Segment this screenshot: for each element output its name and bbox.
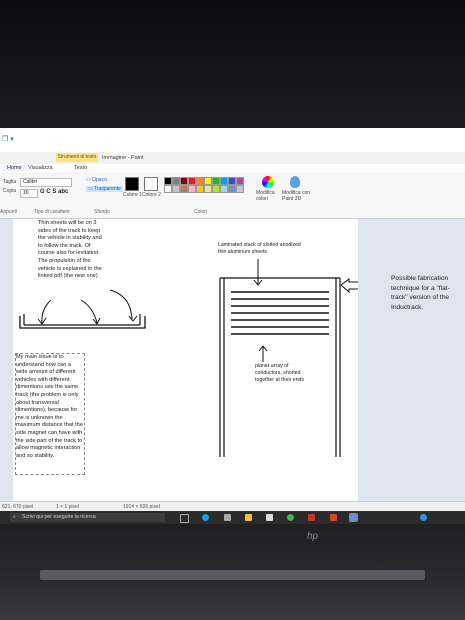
cut-label[interactable]: Taglia: [3, 179, 16, 185]
palette-swatch[interactable]: [220, 177, 228, 185]
arrow-stroke-1: [41, 299, 52, 324]
font-size-select[interactable]: 10: [20, 189, 38, 198]
copy-label[interactable]: Copia: [3, 188, 16, 194]
left-note-text: Thin sheets will be on 3 sides of the tr…: [38, 220, 102, 280]
transparent-label: Trasparente: [94, 186, 121, 192]
search-icon: ⌕: [13, 514, 16, 520]
screen: ❐ ▾ Strumenti di testo Immagine - Paint …: [0, 128, 465, 524]
laptop-hinge: [40, 570, 425, 580]
edge-icon[interactable]: [202, 514, 209, 521]
palette-swatch[interactable]: [188, 185, 196, 193]
arrow-stroke-3: [109, 289, 133, 320]
palette-swatch[interactable]: [220, 185, 228, 193]
edit-colors-icon[interactable]: [262, 176, 274, 188]
arrow-head-3: [128, 315, 138, 322]
taskbar-search[interactable]: ⌕ Scrivi qui per eseguire la ricerca: [10, 513, 165, 522]
group-label-background: Sfondo: [94, 209, 110, 215]
tray-icon[interactable]: [420, 514, 427, 521]
taskbar: ⌕ Scrivi qui per eseguire la ricerca: [0, 511, 465, 524]
laminated-label: Laminated stack of slotted anodized thin…: [218, 242, 301, 255]
conductor-lines: [231, 291, 329, 335]
palette-swatch[interactable]: [180, 185, 188, 193]
group-label-font: Tipo di carattere: [34, 209, 70, 215]
color2-label: Colore 2: [142, 192, 161, 198]
issue-note-textbox[interactable]: My main issue is to understand how can a…: [15, 353, 85, 475]
color1-swatch[interactable]: [125, 177, 139, 191]
color2-swatch[interactable]: [144, 177, 158, 191]
palette-swatch[interactable]: [164, 185, 172, 193]
palette-swatch[interactable]: [204, 177, 212, 185]
quick-access-toolbar[interactable]: ❐ ▾: [2, 135, 14, 143]
color1-label: Colore 1: [123, 192, 142, 198]
search-placeholder: Scrivi qui per eseguire la ricerca: [22, 514, 96, 520]
paint3d-label: Modifica con Paint 3D: [282, 190, 311, 202]
ribbon-tabs: Home Visualizza Testo: [0, 164, 465, 173]
tab-home[interactable]: Home: [4, 165, 25, 171]
image-size: 1914 × 826 pixel: [123, 504, 160, 510]
palette-swatch[interactable]: [172, 177, 180, 185]
cursor-position: 621, 670 pixel: [2, 504, 34, 510]
hp-logo: hp: [307, 531, 319, 542]
palette-swatch[interactable]: [180, 177, 188, 185]
group-label-colors: Colori: [194, 209, 208, 215]
palette-swatch[interactable]: [204, 185, 212, 193]
paint-icon[interactable]: [349, 513, 358, 522]
palette-swatch[interactable]: [228, 185, 236, 193]
palette-swatch[interactable]: [212, 185, 220, 193]
edit-colors-label: Modifica colori: [256, 190, 275, 202]
planar-label: planar array of conductors, shorted toge…: [255, 363, 305, 383]
palette-swatch[interactable]: [212, 177, 220, 185]
file-explorer-icon[interactable]: [245, 514, 252, 521]
context-tab-text-tools[interactable]: Strumenti di testo: [56, 153, 98, 162]
palette-swatch[interactable]: [196, 177, 204, 185]
palette-swatch[interactable]: [236, 177, 244, 185]
palette-swatch[interactable]: [188, 177, 196, 185]
tab-text[interactable]: Testo: [74, 165, 87, 171]
fabrication-label: Possible fabrication technique for a "fl…: [391, 275, 450, 311]
transparent-option[interactable]: ▭ Trasparente: [86, 186, 123, 192]
task-view-icon[interactable]: [180, 514, 189, 523]
tab-view[interactable]: Visualizza: [28, 165, 53, 171]
opaque-option[interactable]: ▭ Opaco: [86, 177, 107, 183]
chrome-icon[interactable]: [287, 514, 294, 521]
store-icon[interactable]: [224, 514, 231, 521]
app-icon[interactable]: [266, 514, 273, 521]
font-name-select[interactable]: Calibri: [20, 178, 72, 187]
palette-swatch[interactable]: [228, 177, 236, 185]
palette-swatch[interactable]: [172, 185, 180, 193]
laptop-top-bezel: [0, 0, 465, 128]
palette-swatch[interactable]: [196, 185, 204, 193]
powerpoint-icon[interactable]: [330, 514, 337, 521]
group-label-clipboard: Appunti: [0, 209, 17, 215]
acrobat-icon[interactable]: [308, 514, 315, 521]
arrow-stroke-2: [80, 299, 98, 324]
selection-size: 1 × 1 pixel: [56, 504, 79, 510]
track-profile: [19, 316, 146, 329]
opaque-label: Opaco: [92, 177, 107, 183]
drawing-canvas[interactable]: Thin sheets will be on 3 sides of the tr…: [13, 219, 358, 501]
window-title: Immagine - Paint: [102, 155, 144, 161]
ribbon: Taglia Copia Calibri 10 G C S abc ▭ Opac…: [0, 174, 465, 219]
style-buttons[interactable]: G C S abc: [40, 189, 68, 195]
title-bar: ❐ ▾: [0, 128, 465, 152]
palette-swatch[interactable]: [164, 177, 172, 185]
paint3d-icon[interactable]: [290, 176, 300, 188]
palette-swatch[interactable]: [236, 185, 244, 193]
